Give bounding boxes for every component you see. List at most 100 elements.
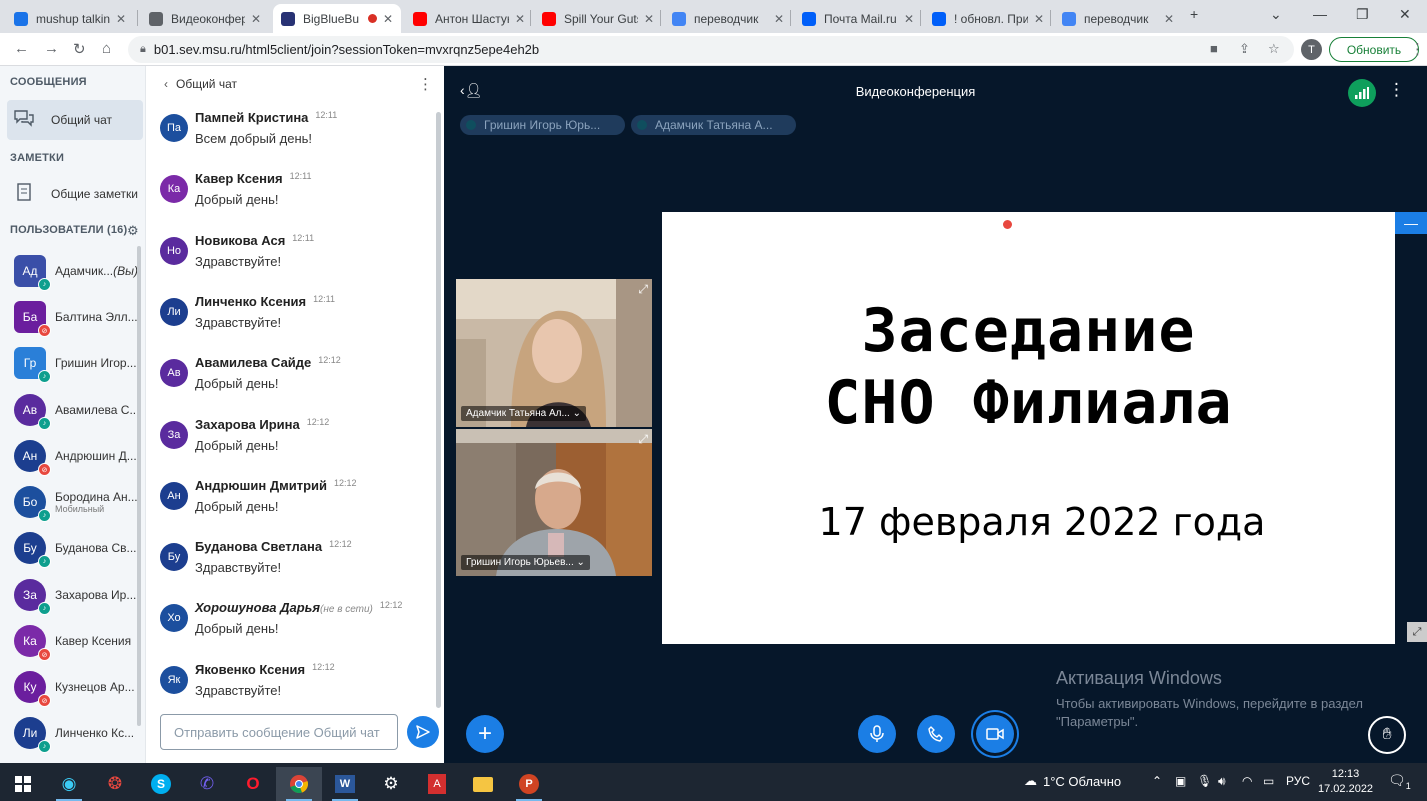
language-indicator[interactable]: РУС bbox=[1286, 774, 1310, 788]
user-list-item[interactable]: За ♪ Захарова Ир... bbox=[14, 575, 140, 615]
powerpoint-taskbar-icon[interactable]: P bbox=[506, 767, 552, 801]
close-tab-icon[interactable]: ✕ bbox=[251, 12, 261, 26]
browser-menu-icon[interactable]: ⋮ bbox=[1410, 40, 1425, 58]
close-tab-icon[interactable]: ✕ bbox=[774, 12, 784, 26]
notification-icon[interactable]: 🗨︎1 bbox=[1388, 772, 1411, 791]
chrome-taskbar-icon[interactable] bbox=[276, 767, 322, 801]
browser-tab[interactable]: Видеоконфер ✕ bbox=[141, 4, 269, 33]
settings-taskbar-icon[interactable]: ⚙ bbox=[368, 767, 414, 801]
user-list-item[interactable]: Ба ⊘ Балтина Элл... bbox=[14, 297, 140, 337]
close-tab-icon[interactable]: ✕ bbox=[383, 12, 393, 26]
clock[interactable]: 12:13 17.02.2022 bbox=[1318, 767, 1373, 797]
webcam-user-label[interactable]: Гришин Игорь Юрьев... ⌄ bbox=[461, 555, 590, 570]
edge-taskbar-icon[interactable]: ◉ bbox=[46, 767, 92, 801]
volume-icon[interactable]: 🔊︎ bbox=[1218, 774, 1226, 789]
webcam-user-label[interactable]: Адамчик Татьяна Ал... ⌄ bbox=[461, 406, 586, 421]
user-list-scrollbar[interactable] bbox=[137, 246, 141, 726]
options-menu-icon[interactable]: ⋮ bbox=[1388, 80, 1405, 100]
bookmark-star-icon[interactable]: ☆ bbox=[1268, 41, 1280, 57]
chat-title[interactable]: Общий чат bbox=[176, 77, 237, 91]
user-list-item[interactable]: Ан ⊘ Андрюшин Д... bbox=[14, 436, 140, 476]
webcam-video[interactable]: ⤢ Адамчик Татьяна Ал... ⌄ bbox=[456, 279, 652, 427]
skype-taskbar-icon[interactable]: S bbox=[138, 767, 184, 801]
close-tab-icon[interactable]: ✕ bbox=[1164, 12, 1174, 26]
user-list-item[interactable]: Ка ⊘ Кавер Ксения bbox=[14, 621, 140, 661]
chat-options-icon[interactable]: ⋮ bbox=[418, 75, 433, 93]
gear-icon[interactable]: ⚙ bbox=[127, 223, 139, 239]
share-icon[interactable]: ⇪ bbox=[1239, 41, 1250, 57]
close-tab-icon[interactable]: ✕ bbox=[515, 12, 525, 26]
close-tab-icon[interactable]: ✕ bbox=[644, 12, 654, 26]
chat-message-input[interactable]: Отправить сообщение Общий чат bbox=[160, 714, 398, 750]
microphone-tray-icon[interactable]: 🎙︎ bbox=[1197, 774, 1212, 788]
user-list-item[interactable]: Гр ♪ Гришин Игор... bbox=[14, 343, 140, 383]
chevron-left-icon[interactable]: ‹ bbox=[164, 77, 168, 91]
reload-icon[interactable]: ↻ bbox=[73, 40, 86, 58]
google-favicon-icon bbox=[1062, 11, 1076, 26]
wifi-icon[interactable]: ◠ bbox=[1242, 774, 1252, 788]
browser-tab[interactable]: Почта Mail.ru ✕ bbox=[794, 4, 922, 33]
microphone-button[interactable] bbox=[858, 715, 896, 753]
close-window-icon[interactable]: ✕ bbox=[1399, 6, 1411, 23]
user-list-item[interactable]: Бо ♪ Бородина Ан... Мобильный bbox=[14, 482, 140, 522]
talking-indicator[interactable]: Гришин Игорь Юрь... bbox=[460, 115, 625, 135]
user-initials: Бу bbox=[23, 541, 37, 555]
start-button[interactable] bbox=[0, 767, 46, 801]
acrobat-taskbar-icon[interactable]: A bbox=[414, 767, 460, 801]
chat-scrollbar[interactable] bbox=[436, 112, 441, 708]
profile-avatar[interactable]: T bbox=[1301, 39, 1322, 60]
browser-tab[interactable]: BigBlueBu ✕ bbox=[273, 4, 401, 33]
expand-icon[interactable]: ⤢ bbox=[638, 432, 648, 447]
restore-icon[interactable]: ❐ bbox=[1356, 6, 1369, 23]
user-list-item[interactable]: Ку ⊘ Кузнецов Ар... bbox=[14, 667, 140, 707]
weather-widget[interactable]: ☁ 1°C Облачно bbox=[1024, 773, 1121, 789]
talking-indicator[interactable]: Адамчик Татьяна А... bbox=[631, 115, 796, 135]
expand-icon[interactable]: ⤢ bbox=[638, 282, 648, 297]
shared-notes-item[interactable]: Общие заметки bbox=[7, 174, 143, 214]
battery-icon[interactable]: ▭ bbox=[1263, 774, 1274, 788]
browser-tab[interactable]: Антон Шастун ✕ bbox=[405, 4, 533, 33]
browser-tab[interactable]: mushup talkin ✕ bbox=[6, 4, 134, 33]
browser-tab[interactable]: переводчик ✕ bbox=[1054, 4, 1182, 33]
tab-search-icon[interactable]: ⌄ bbox=[1270, 6, 1282, 23]
raise-hand-button[interactable]: ✋︎ bbox=[1368, 716, 1406, 754]
send-button[interactable] bbox=[407, 716, 439, 748]
public-chat-item[interactable]: Общий чат bbox=[7, 100, 143, 140]
minimize-icon[interactable]: — bbox=[1313, 6, 1327, 22]
lock-icon[interactable]: 🔒︎ bbox=[140, 43, 146, 56]
camera-button[interactable] bbox=[976, 715, 1014, 753]
ccleaner-taskbar-icon[interactable]: ❂ bbox=[92, 767, 138, 801]
user-list-item[interactable]: Ли ♪ Линченко Кс... bbox=[14, 713, 140, 753]
url-field[interactable]: 🔒︎ b01.sev.msu.ru/html5client/join?sessi… bbox=[128, 36, 1294, 63]
tray-expand-icon[interactable]: ⌃ bbox=[1152, 774, 1162, 788]
user-list-item[interactable]: Ад ♪ Адамчик...(Вы) bbox=[14, 251, 140, 291]
fullscreen-icon[interactable]: ⤢ bbox=[1407, 622, 1427, 642]
back-icon[interactable]: ← bbox=[14, 40, 29, 57]
close-tab-icon[interactable]: ✕ bbox=[116, 12, 126, 26]
update-button[interactable]: Обновить bbox=[1329, 37, 1419, 62]
close-tab-icon[interactable]: ✕ bbox=[1034, 12, 1044, 26]
browser-tab[interactable]: Spill Your Guts ✕ bbox=[534, 4, 662, 33]
user-list-item[interactable]: Бу ♪ Буданова Св... bbox=[14, 528, 140, 568]
close-tab-icon[interactable]: ✕ bbox=[904, 12, 914, 26]
device-icon[interactable]: ▣ bbox=[1175, 774, 1186, 788]
explorer-taskbar-icon[interactable] bbox=[460, 767, 506, 801]
presentation-slide[interactable]: Заседание СНО Филиала 17 февраля 2022 го… bbox=[662, 212, 1395, 644]
opera-taskbar-icon[interactable]: O bbox=[230, 767, 276, 801]
actions-plus-button[interactable]: + bbox=[466, 715, 504, 753]
webcam-video[interactable]: ⤢ Гришин Игорь Юрьев... ⌄ bbox=[456, 429, 652, 576]
home-icon[interactable]: ⌂ bbox=[102, 40, 111, 57]
camera-icon[interactable]: ■ bbox=[1210, 41, 1218, 56]
forward-icon[interactable]: → bbox=[44, 40, 59, 57]
browser-tab[interactable]: переводчик ✕ bbox=[664, 4, 792, 33]
connection-status-button[interactable] bbox=[1348, 79, 1376, 107]
viber-taskbar-icon[interactable]: ✆ bbox=[184, 767, 230, 801]
user-name: Кузнецов Ар... bbox=[55, 680, 135, 694]
minimize-presentation-button[interactable]: — bbox=[1395, 212, 1427, 234]
phone-button[interactable] bbox=[917, 715, 955, 753]
new-tab-icon[interactable]: + bbox=[1190, 6, 1198, 22]
word-taskbar-icon[interactable]: W bbox=[322, 767, 368, 801]
message-header: Андрюшин Дмитрий 12:12 bbox=[195, 478, 357, 493]
user-list-item[interactable]: Ав ♪ Авамилева С... bbox=[14, 390, 140, 430]
browser-tab[interactable]: ! обновл. При ✕ bbox=[924, 4, 1052, 33]
